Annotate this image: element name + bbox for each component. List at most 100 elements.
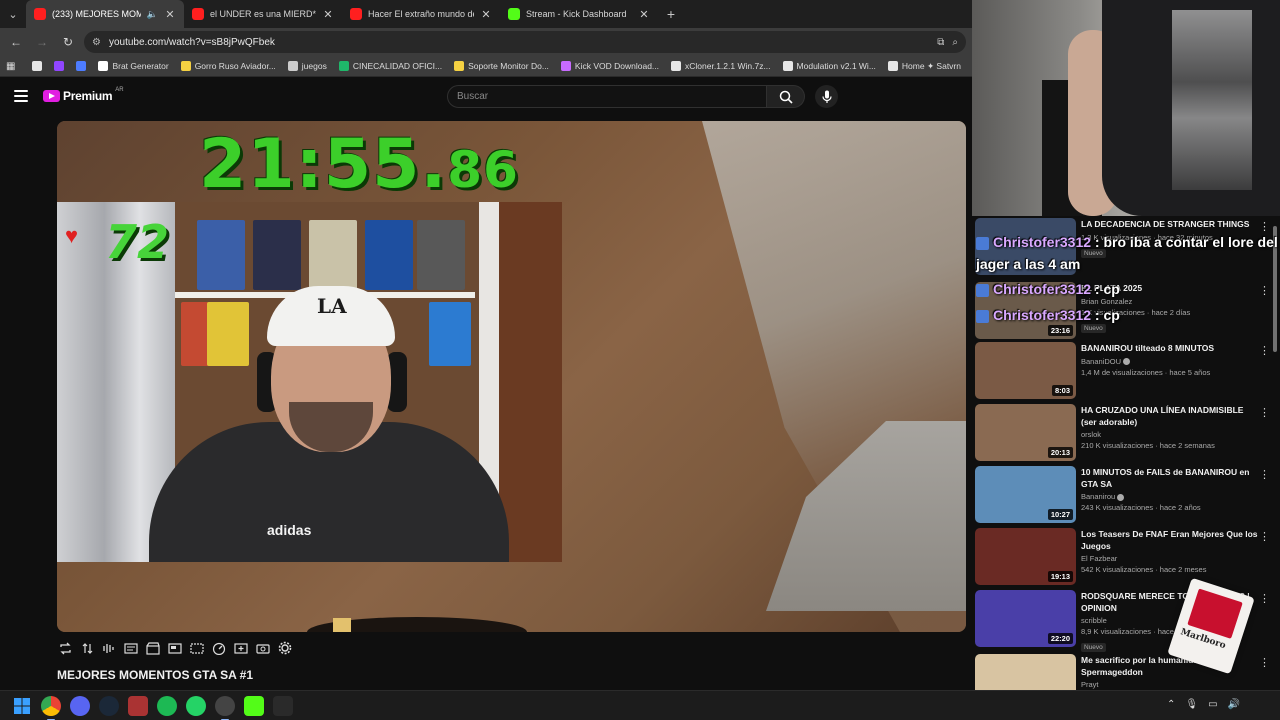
more-options-icon[interactable]: ⋮ — [1259, 406, 1270, 419]
channel-name[interactable]: Prayt — [1081, 680, 1261, 689]
close-tab-icon[interactable]: ✕ — [480, 8, 492, 21]
kick-icon[interactable] — [244, 695, 264, 716]
add-clip-icon[interactable] — [233, 640, 249, 656]
bookmark-item[interactable] — [49, 61, 69, 71]
video-thumbnail[interactable]: 19:13 — [975, 528, 1076, 585]
install-app-icon[interactable]: ⧉ — [937, 37, 944, 48]
screenshot-icon[interactable] — [255, 640, 271, 656]
recommended-video[interactable]: 20:13 HA CRUZADO UNA LÍNEA INADMISIBLE (… — [975, 404, 1275, 462]
bookmark-item[interactable]: Gorro Ruso Aviador... — [176, 61, 281, 71]
loop-icon[interactable] — [57, 640, 73, 656]
shirt-print — [1172, 10, 1252, 190]
forward-button[interactable]: → — [32, 32, 52, 52]
reload-button[interactable]: ↻ — [58, 32, 78, 52]
discord-icon[interactable] — [70, 695, 90, 716]
steam-icon[interactable] — [99, 695, 119, 716]
video-player[interactable]: LA adidas 21:55.86 ♥ 72 — [57, 121, 966, 632]
app-icon[interactable] — [128, 695, 148, 716]
sort-icon[interactable] — [79, 640, 95, 656]
bookmark-item[interactable]: juegos — [283, 61, 332, 71]
tab-search-icon[interactable]: ⌄ — [0, 0, 26, 28]
audio-wave-icon[interactable] — [101, 640, 117, 656]
menu-icon[interactable] — [14, 90, 28, 102]
apps-grid-icon[interactable]: ▦ — [6, 61, 15, 72]
channel-label: Prayt — [1081, 680, 1099, 689]
video-thumbnail[interactable]: 20:13 — [975, 404, 1076, 461]
windows-start-icon[interactable] — [12, 696, 32, 716]
microphone-icon[interactable]: 🎙 — [1185, 699, 1198, 710]
video-thumbnail[interactable] — [975, 654, 1076, 690]
bookmark-item[interactable] — [27, 61, 47, 71]
volume-icon[interactable]: 🔊 — [1228, 699, 1240, 710]
network-icon[interactable]: ▭ — [1208, 699, 1217, 710]
chrome-icon[interactable] — [41, 695, 61, 720]
close-tab-icon[interactable]: ✕ — [164, 8, 176, 21]
youtube-logo[interactable]: Premium AR — [43, 87, 124, 103]
more-options-icon[interactable]: ⋮ — [1259, 284, 1270, 297]
channel-name[interactable]: Bananirou — [1081, 492, 1261, 501]
browser-toolbar: ← → ↻ ⚙ youtube.com/watch?v=sB8jPwQFbek … — [0, 28, 972, 56]
tab-3[interactable]: Hacer El extraño mundo de Jack ✕ — [342, 0, 500, 28]
more-options-icon[interactable]: ⋮ — [1259, 344, 1270, 357]
video-title[interactable]: BANANIROU tilteado 8 MINUTOS — [1081, 343, 1261, 355]
chevron-up-icon[interactable]: ⌃ — [1167, 699, 1175, 710]
speaker-icon[interactable]: 🔈 — [147, 9, 158, 20]
channel-name[interactable]: BananiDOU — [1081, 357, 1261, 366]
channel-name[interactable]: orslok — [1081, 430, 1261, 439]
tab-2[interactable]: el UNDER es una MIERD* - YouTube ✕ — [184, 0, 342, 28]
bookmark-favicon-icon — [98, 61, 109, 71]
channel-name[interactable]: El Fazbear — [1081, 554, 1261, 563]
pip-icon[interactable] — [189, 640, 205, 656]
bookmark-item[interactable]: CINECALIDAD OFICI... — [334, 61, 447, 71]
voice-search-button[interactable] — [815, 85, 838, 108]
speed-icon[interactable] — [211, 640, 227, 656]
channel-name[interactable]: Brian Gonzalez — [1081, 297, 1261, 306]
bookmark-item[interactable]: xCloner.1.2.1 Win.7z... — [666, 61, 776, 71]
bookmark-item[interactable]: Kick VOD Download... — [556, 61, 664, 71]
new-tab-button[interactable]: + — [658, 6, 684, 22]
video-title[interactable]: 10 MINUTOS de FAILS de BANANIROU en GTA … — [1081, 467, 1261, 490]
more-options-icon[interactable]: ⋮ — [1259, 656, 1270, 669]
tab-4[interactable]: Stream - Kick Dashboard ✕ — [500, 0, 658, 28]
epic-games-icon[interactable] — [273, 695, 293, 716]
close-tab-icon[interactable]: ✕ — [322, 8, 334, 21]
more-options-icon[interactable]: ⋮ — [1259, 530, 1270, 543]
recommended-video[interactable]: 10:27 10 MINUTOS de FAILS de BANANIROU e… — [975, 466, 1275, 524]
bookmark-item[interactable]: Modulation v2.1 Wi... — [778, 61, 881, 71]
settings-gear-icon[interactable] — [277, 640, 293, 656]
bookmark-item[interactable] — [71, 61, 91, 71]
video-title[interactable]: Los Teasers De FNAF Eran Mejores Que los… — [1081, 529, 1261, 552]
site-info-icon[interactable]: ⚙ — [92, 37, 101, 48]
bookmark-item[interactable]: Brat Generator — [93, 61, 173, 71]
tab-1[interactable]: (233) MEJORES MOMENTOS GTA SA #1 🔈 ✕ — [26, 0, 184, 28]
video-thumbnail[interactable]: 10:27 — [975, 466, 1076, 523]
stats-icon[interactable] — [123, 640, 139, 656]
video-stats: 542 K visualizaciones · hace 2 meses — [1081, 565, 1207, 574]
spotify-icon[interactable] — [157, 695, 177, 716]
recommended-video[interactable]: 8:03 BANANIROU tilteado 8 MINUTOS Banani… — [975, 342, 1275, 400]
more-options-icon[interactable]: ⋮ — [1259, 220, 1270, 233]
search-input[interactable] — [457, 91, 757, 102]
chat-message: Christofer3312 : cp — [976, 281, 1120, 297]
back-button[interactable]: ← — [6, 32, 26, 52]
channel-label: Bananirou — [1081, 492, 1116, 501]
chat-message: jager a las 4 am — [976, 256, 1080, 272]
recommended-video[interactable]: 19:13 Los Teasers De FNAF Eran Mejores Q… — [975, 528, 1275, 586]
search-button[interactable] — [767, 85, 805, 108]
zoom-icon[interactable]: ⌕ — [952, 37, 958, 48]
video-title[interactable]: LA DECADENCIA DE STRANGER THINGS — [1081, 219, 1261, 231]
bookmark-item[interactable]: Soporte Monitor Do... — [449, 61, 554, 71]
more-options-icon[interactable]: ⋮ — [1259, 468, 1270, 481]
more-options-icon[interactable]: ⋮ — [1259, 592, 1270, 605]
clapper-icon[interactable] — [145, 640, 161, 656]
video-thumbnail[interactable]: 22:20 — [975, 590, 1076, 647]
video-title[interactable]: HA CRUZADO UNA LÍNEA INADMISIBLE (ser ad… — [1081, 405, 1261, 428]
whatsapp-icon[interactable] — [186, 695, 206, 716]
address-bar[interactable]: ⚙ youtube.com/watch?v=sB8jPwQFbek ⧉ ⌕ — [84, 31, 966, 53]
close-tab-icon[interactable]: ✕ — [638, 8, 650, 21]
timer-ms: 86 — [447, 141, 519, 199]
video-thumbnail[interactable]: 8:03 — [975, 342, 1076, 399]
chrome-profile-icon[interactable] — [215, 695, 235, 720]
bookmark-item[interactable]: Home ✦ Satvrn — [883, 61, 966, 72]
theater-mode-icon[interactable] — [167, 640, 183, 656]
